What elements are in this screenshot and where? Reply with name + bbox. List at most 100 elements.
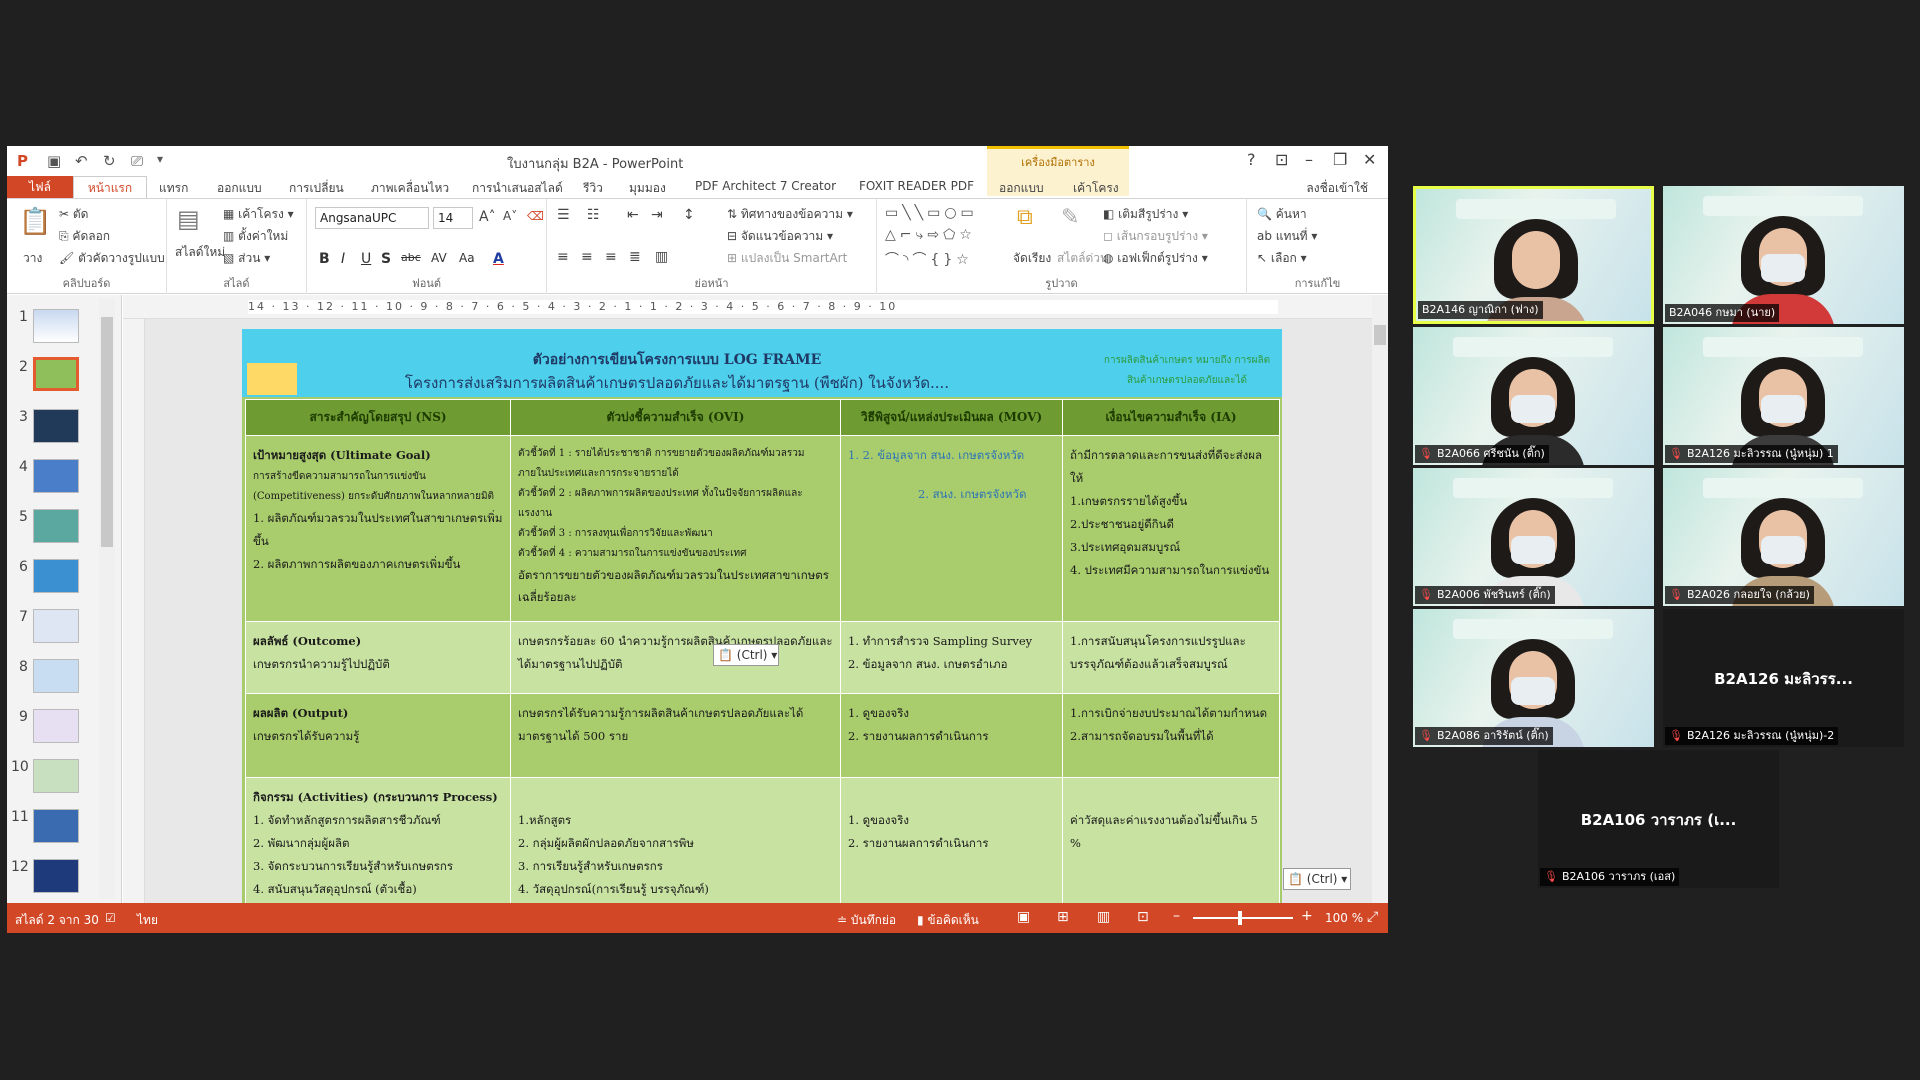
- fit-to-window-icon[interactable]: ⤢: [1367, 909, 1378, 925]
- char-spacing-icon[interactable]: AV: [431, 251, 447, 265]
- cut-button[interactable]: ✂ ตัด: [59, 205, 88, 224]
- thumbnails-scrollbar[interactable]: [99, 299, 115, 899]
- arrange-icon[interactable]: ⧉: [1017, 205, 1033, 230]
- align-text-button[interactable]: ⊟ จัดแนวข้อความ ▾: [727, 227, 833, 246]
- slide-sorter-icon[interactable]: ⊞: [1057, 909, 1069, 925]
- reading-view-icon[interactable]: ▥: [1097, 909, 1110, 925]
- table-cell[interactable]: 1. 2. ข้อมูลจาก สนง. เกษตรจังหวัด 2. สนง…: [840, 435, 1063, 622]
- notes-button[interactable]: ≐ บันทึกย่อ: [837, 911, 896, 930]
- align-left-icon[interactable]: ≡: [557, 249, 569, 265]
- font-name-box[interactable]: AngsanaUPC: [315, 207, 429, 229]
- bullets-icon[interactable]: ☰: [557, 207, 570, 223]
- slide[interactable]: ตัวอย่างการเขียนโครงการแบบ LOG FRAME โคร…: [242, 329, 1282, 903]
- slideshow-icon[interactable]: ⊡: [1137, 909, 1149, 925]
- text-shadow-icon[interactable]: S: [381, 251, 391, 267]
- new-slide-button[interactable]: สไลด์ใหม่: [175, 243, 225, 262]
- paste-options-button-2[interactable]: 📋 (Ctrl) ▾: [1283, 868, 1351, 890]
- tab-transitions[interactable]: การเปลี่ยน: [289, 179, 344, 198]
- slide-thumbnail-1[interactable]: [33, 309, 79, 343]
- ribbon-display-icon[interactable]: ⊡: [1275, 150, 1288, 169]
- minimize-icon[interactable]: –: [1305, 150, 1313, 169]
- tab-file[interactable]: ไฟล์: [7, 176, 73, 198]
- slide-thumbnail-9[interactable]: [33, 709, 79, 743]
- participant-video-tile[interactable]: 🎙 B2A006 พัชรินทร์ (ติ๊ก): [1413, 468, 1654, 606]
- header-ia[interactable]: เงื่อนไขความสำเร็จ (IA): [1062, 399, 1280, 436]
- section-button[interactable]: ▧ ส่วน ▾: [223, 249, 270, 268]
- underline-icon[interactable]: U: [361, 251, 371, 267]
- shapes-row2-icon[interactable]: △⌐⤷⇨⬠☆: [885, 227, 976, 243]
- redo-icon[interactable]: ↻: [103, 152, 116, 170]
- columns-icon[interactable]: ▥: [655, 249, 668, 265]
- slide-thumbnail-4[interactable]: [33, 459, 79, 493]
- shapes-row3-icon[interactable]: ⌒◝⌒{}☆: [885, 249, 973, 269]
- start-from-beginning-icon[interactable]: ⎚: [131, 152, 143, 170]
- text-direction-button[interactable]: ⇅ ทิศทางของข้อความ ▾: [727, 205, 853, 224]
- font-size-box[interactable]: 14: [433, 207, 473, 229]
- help-icon[interactable]: ?: [1247, 150, 1256, 169]
- line-spacing-icon[interactable]: ↕: [683, 207, 695, 223]
- paste-icon[interactable]: 📋: [19, 207, 51, 237]
- tab-table-design[interactable]: ออกแบบ: [999, 179, 1044, 198]
- table-cell[interactable]: ตัวชี้วัดที่ 1 : รายได้ประชาชาติ การขยาย…: [510, 435, 841, 622]
- change-case-icon[interactable]: Aa: [459, 251, 475, 265]
- tab-pdf-architect[interactable]: PDF Architect 7 Creator: [695, 179, 836, 193]
- tab-insert[interactable]: แทรก: [159, 179, 188, 198]
- table-cell[interactable]: 1.การสนับสนุนโครงการแปรรูปและบรรจุภัณฑ์ต…: [1062, 621, 1280, 694]
- slide-thumbnail-8[interactable]: [33, 659, 79, 693]
- quick-styles-button[interactable]: สไตล์ด่วน: [1057, 249, 1108, 268]
- table-cell[interactable]: 1.การเบิกจ่ายงบประมาณได้ตามกำหนด 2.สามาร…: [1062, 693, 1280, 778]
- shape-effects-button[interactable]: ◍ เอฟเฟ็กต์รูปร่าง ▾: [1103, 249, 1208, 268]
- header-ns[interactable]: สาระสำคัญโดยสรุป (NS): [245, 399, 511, 436]
- table-cell[interactable]: 1. ทำการสำรวจ Sampling Survey 2. ข้อมูลจ…: [840, 621, 1063, 694]
- participant-camera-off-tile[interactable]: B2A126 มะลิวรร... 🎙 B2A126 มะลิวรรณ (นู๋หน…: [1663, 609, 1904, 747]
- table-cell[interactable]: ถ้ามีการตลาดและการขนส่งที่ดีจะส่งผลให้ 1…: [1062, 435, 1280, 622]
- sign-in-link[interactable]: ลงชื่อเข้าใช้: [1306, 179, 1368, 198]
- numbering-icon[interactable]: ☷: [587, 207, 600, 223]
- restore-icon[interactable]: ❐: [1333, 150, 1347, 169]
- tab-table-layout[interactable]: เค้าโครง: [1073, 179, 1119, 198]
- increase-indent-icon[interactable]: ⇥: [651, 207, 663, 223]
- shrink-font-icon[interactable]: A˅: [503, 209, 517, 223]
- table-cell[interactable]: เป้าหมายสูงสุด (Ultimate Goal) การสร้างข…: [245, 435, 511, 622]
- tab-review[interactable]: รีวิว: [583, 179, 603, 198]
- shape-outline-button[interactable]: ◻ เส้นกรอบรูปร่าง ▾: [1103, 227, 1208, 246]
- table-cell[interactable]: เกษตรกรร้อยละ 60 นำความรู้การผลิตสินค้าเ…: [510, 621, 841, 694]
- grow-font-icon[interactable]: A˄: [479, 209, 496, 225]
- zoom-slider[interactable]: [1193, 911, 1293, 925]
- table-cell[interactable]: ค่าวัสดุและค่าแรงงานต้องไม่ขึ้นเกิน 5 %: [1062, 777, 1280, 903]
- slide-side-note[interactable]: การผลิตสินค้าเกษตร หมายถึง การผลิตสินค้า…: [1102, 351, 1272, 391]
- table-cell[interactable]: 1. ดูของจริง 2. รายงานผลการดำเนินการ: [840, 777, 1063, 903]
- tab-design[interactable]: ออกแบบ: [217, 179, 262, 198]
- paste-options-button[interactable]: 📋 (Ctrl) ▾: [713, 644, 779, 666]
- slide-thumbnail-10[interactable]: [33, 759, 79, 793]
- smartart-button[interactable]: ⊞ แปลงเป็น SmartArt: [727, 249, 847, 268]
- shapes-gallery-icon[interactable]: ▭╲╲▭○▭: [885, 205, 978, 221]
- new-slide-icon[interactable]: ▤: [177, 205, 200, 233]
- tab-animations[interactable]: ภาพเคลื่อนไหว: [371, 179, 449, 198]
- italic-icon[interactable]: I: [341, 251, 345, 267]
- participant-video-tile[interactable]: 🎙 B2A026 กลอยใจ (กล้วย): [1663, 468, 1904, 606]
- reset-button[interactable]: ▥ ตั้งค่าใหม่: [223, 227, 288, 246]
- slide-title[interactable]: ตัวอย่างการเขียนโครงการแบบ LOG FRAME: [242, 349, 1112, 371]
- align-right-icon[interactable]: ≡: [605, 249, 617, 265]
- header-ovi[interactable]: ตัวบ่งชี้ความสำเร็จ (OVI): [510, 399, 841, 436]
- slide-thumbnail-11[interactable]: [33, 809, 79, 843]
- slide-subtitle[interactable]: โครงการส่งเสริมการผลิตสินค้าเกษตรปลอดภัย…: [242, 371, 1112, 395]
- zoom-in-icon[interactable]: +: [1301, 908, 1313, 924]
- tab-home[interactable]: หน้าแรก: [73, 176, 147, 199]
- table-cell[interactable]: ผลลัพธ์ (Outcome) เกษตรกรนำความรู้ไปปฏิบ…: [245, 621, 511, 694]
- strikethrough-icon[interactable]: abc: [401, 251, 421, 264]
- table-cell[interactable]: เกษตรกรได้รับความรู้การผลิตสินค้าเกษตรปล…: [510, 693, 841, 778]
- table-cell[interactable]: กิจกรรม (Activities) (กระบวนการ Process)…: [245, 777, 511, 903]
- slide-thumbnail-3[interactable]: [33, 409, 79, 443]
- tab-foxit[interactable]: FOXIT READER PDF: [859, 179, 974, 193]
- participant-video-tile[interactable]: B2A146 ญาณิกา (ฟาง): [1413, 186, 1654, 324]
- participant-video-tile[interactable]: 🎙 B2A126 มะลิวรรณ (นู๋หนุ่ม) 1: [1663, 327, 1904, 465]
- language-indicator[interactable]: ไทย: [137, 911, 158, 930]
- header-mov[interactable]: วิธีพิสูจน์/แหล่งประเมินผล (MOV): [840, 399, 1063, 436]
- decrease-indent-icon[interactable]: ⇤: [627, 207, 639, 223]
- find-button[interactable]: 🔍 ค้นหา: [1257, 205, 1307, 224]
- participant-video-tile[interactable]: B2A046 กษมา (นาย): [1663, 186, 1904, 324]
- comments-button[interactable]: ▮ ข้อคิดเห็น: [917, 911, 979, 930]
- format-painter-button[interactable]: 🖌 ตัวคัดวางรูปแบบ: [59, 249, 165, 268]
